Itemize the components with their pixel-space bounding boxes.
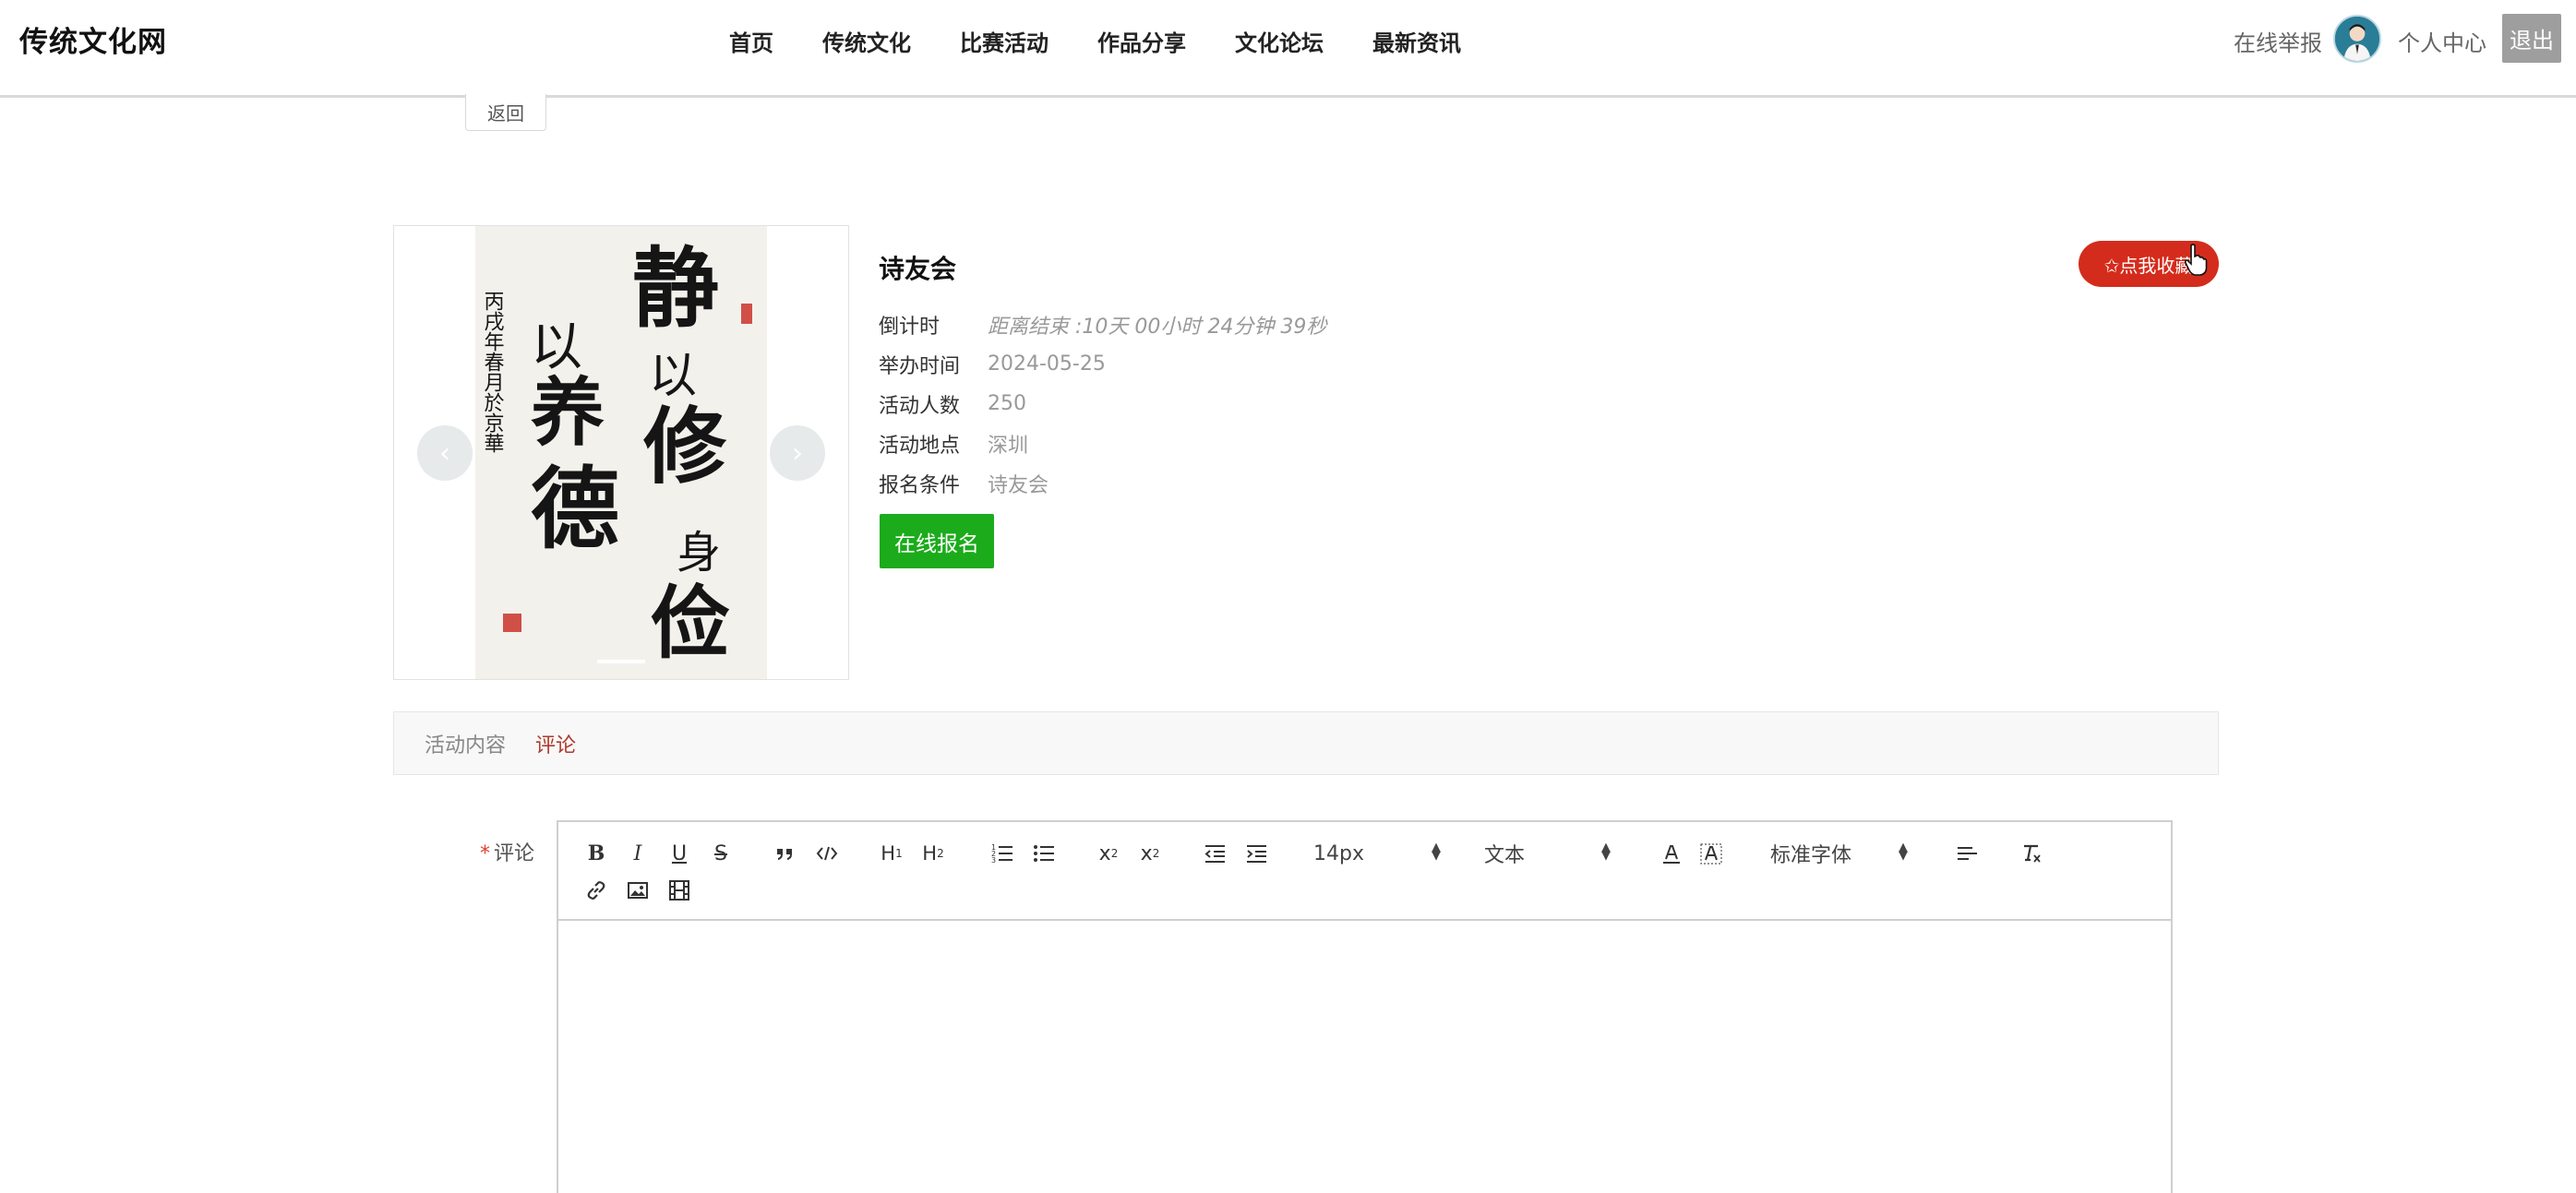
nav-item-home[interactable]: 首页 [729,25,773,57]
nav-item-forum[interactable]: 文化论坛 [1235,25,1324,57]
italic-icon[interactable]: I [623,839,653,868]
svg-text:养: 养 [531,369,605,456]
nav-item-traditional-culture[interactable]: 传统文化 [822,25,911,57]
bold-icon[interactable]: B [581,839,611,868]
font-size-value: 14px [1313,841,1364,865]
svg-text:3: 3 [991,856,996,865]
svg-text:修: 修 [643,398,727,495]
detail-tabs: 活动内容 评论 [393,711,2219,775]
font-size-select[interactable]: 14px ▲ ▼ [1313,839,1443,868]
ordered-list-icon[interactable]: 123 [988,839,1017,868]
select-caret-icon: ▲ ▼ [1601,841,1611,863]
participants-value: 250 [988,392,1026,415]
indent-icon[interactable] [1241,839,1271,868]
comment-editor-area[interactable] [558,921,2171,1193]
clear-format-icon[interactable] [2017,839,2046,868]
blockquote-icon[interactable] [771,839,800,868]
required-mark: * [480,842,490,865]
tab-activity-content[interactable]: 活动内容 [425,729,506,758]
rich-text-editor: B I U S H1 H2 123 x2 x2 14px ▲ ▼ 文本 ▲ ▼ … [557,820,2173,1193]
site-logo[interactable]: 传统文化网 [19,18,167,60]
font-color-icon[interactable] [1657,839,1686,868]
svg-text:身: 身 [677,527,721,579]
heading-select[interactable]: 文本 ▲ ▼ [1484,839,1613,868]
background-color-icon[interactable] [1696,839,1726,868]
location-value: 深圳 [988,434,1029,458]
svg-text:以: 以 [649,349,697,404]
svg-text:丙戌年春月於京華: 丙戌年春月於京華 [481,291,505,453]
image-carousel: 静 以 修 身 俭 以 养 德 丙戌年春月於京華 ‹ › [393,225,849,680]
activity-info: 倒计时 距离结束 :10天 00小时 24分钟 39秒 举办时间 2024-05… [879,304,1326,503]
avatar[interactable] [2333,15,2381,63]
comment-label-text: 评论 [494,842,535,865]
info-row-location: 活动地点 深圳 [879,424,1326,463]
report-link[interactable]: 在线举报 [2234,25,2322,57]
logout-button[interactable]: 退出 [2502,14,2561,63]
countdown-label: 倒计时 [879,315,941,339]
nav-item-works[interactable]: 作品分享 [1097,25,1186,57]
font-family-select[interactable]: 标准字体 ▲ ▼ [1770,839,1909,868]
requirement-label: 报名条件 [879,473,961,497]
requirement-value: 诗友会 [988,473,1049,497]
back-button[interactable]: 返回 [465,94,546,131]
editor-toolbar: B I U S H1 H2 123 x2 x2 14px ▲ ▼ 文本 ▲ ▼ … [558,822,2171,921]
location-label: 活动地点 [879,434,961,458]
heading-1-icon[interactable]: H1 [877,839,906,868]
carousel-indicator[interactable] [597,660,645,663]
date-value: 2024-05-25 [988,352,1106,376]
nav-item-competitions[interactable]: 比赛活动 [960,25,1048,57]
heading-value: 文本 [1484,844,1526,867]
participants-label: 活动人数 [879,394,961,418]
nav-item-news[interactable]: 最新资讯 [1372,25,1461,57]
svg-text:德: 德 [531,457,619,561]
font-family-value: 标准字体 [1770,844,1852,867]
info-row-countdown: 倒计时 距离结束 :10天 00小时 24分钟 39秒 [879,304,1326,344]
select-caret-icon: ▲ ▼ [1432,841,1441,863]
main-nav: 首页 传统文化 比赛活动 作品分享 文化论坛 最新资讯 [729,25,1510,57]
calligraphy-image: 静 以 修 身 俭 以 养 德 丙戌年春月於京華 [475,226,767,679]
carousel-prev-button[interactable]: ‹ [417,425,473,481]
profile-link[interactable]: 个人中心 [2398,25,2486,57]
superscript-icon[interactable]: x2 [1135,839,1165,868]
bullet-list-icon[interactable] [1029,839,1059,868]
info-row-date: 举办时间 2024-05-25 [879,344,1326,384]
info-row-participants: 活动人数 250 [879,384,1326,424]
signup-button[interactable]: 在线报名 [880,514,994,568]
heading-2-icon[interactable]: H2 [918,839,948,868]
activity-title: 诗友会 [879,254,957,284]
mouse-pointer-icon [2184,244,2208,276]
strikethrough-icon[interactable]: S [706,839,736,868]
align-icon[interactable] [1952,839,1982,868]
video-icon[interactable] [665,876,694,905]
select-caret-icon: ▲ ▼ [1899,841,1908,863]
link-icon[interactable] [581,876,611,905]
comment-label: * 评论 [480,837,534,866]
top-navbar: 传统文化网 首页 传统文化 比赛活动 作品分享 文化论坛 最新资讯 在线举报 个… [0,0,2576,98]
underline-icon[interactable]: U [665,839,694,868]
date-label: 举办时间 [879,354,961,378]
subscript-icon[interactable]: x2 [1094,839,1123,868]
carousel-next-button[interactable]: › [770,425,825,481]
svg-text:俭: 俭 [651,577,730,670]
countdown-value: 距离结束 :10天 00小时 24分钟 39秒 [988,315,1327,339]
outdent-icon[interactable] [1200,839,1229,868]
tab-comments[interactable]: 评论 [535,729,576,758]
svg-text:静: 静 [632,238,719,340]
image-icon[interactable] [623,876,653,905]
info-row-requirement: 报名条件 诗友会 [879,463,1326,503]
code-block-icon[interactable] [812,839,842,868]
